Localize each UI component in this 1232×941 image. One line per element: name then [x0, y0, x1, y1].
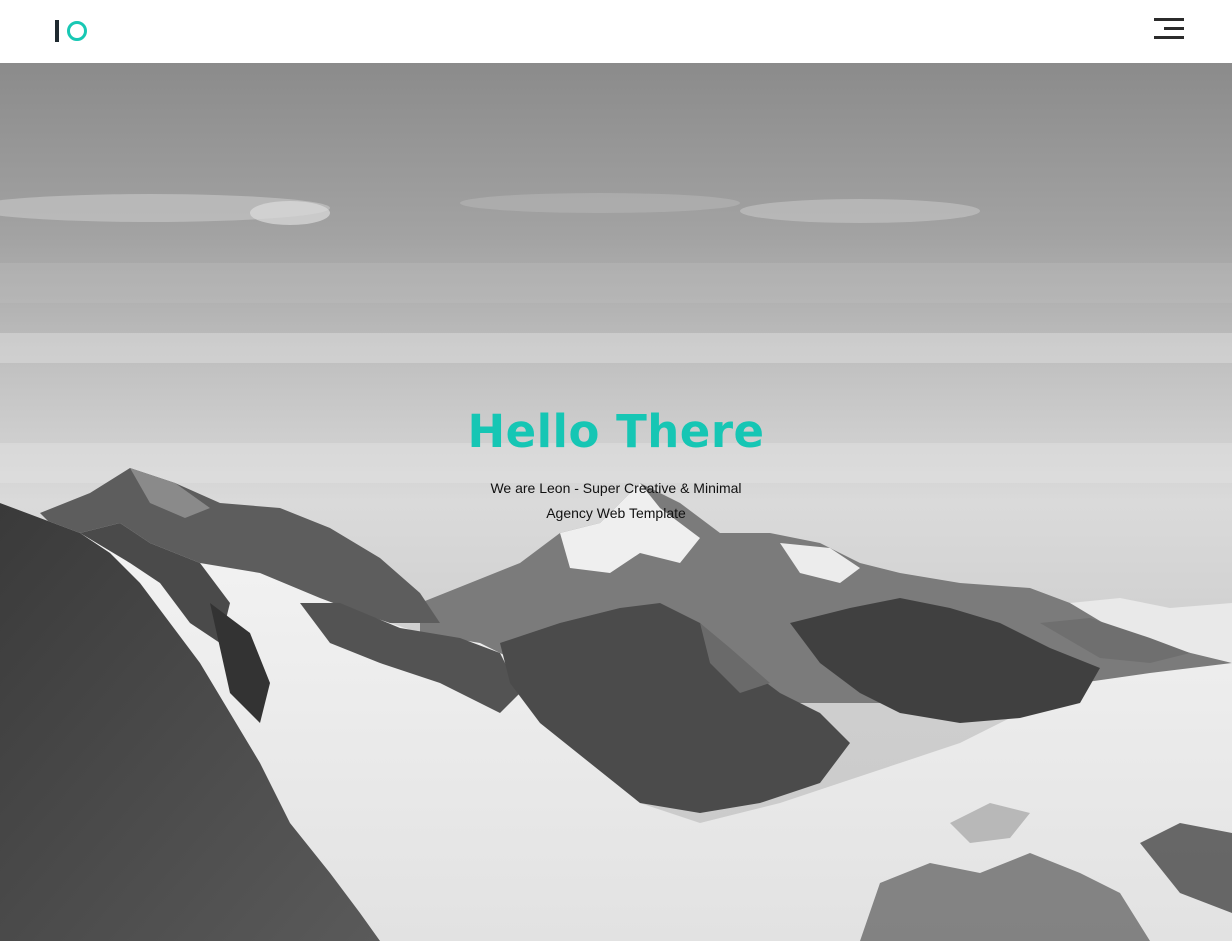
logo-bar-shape — [55, 20, 59, 42]
logo-ring-shape — [67, 21, 87, 41]
hamburger-menu-icon[interactable] — [1152, 18, 1184, 40]
logo[interactable] — [55, 19, 87, 43]
menu-line-middle — [1164, 27, 1184, 30]
hero-title: Hello There — [467, 405, 765, 458]
menu-line-bottom — [1154, 36, 1184, 39]
hero-subtitle: We are Leon - Super Creative & Minimal A… — [490, 480, 742, 521]
site-header — [0, 0, 1232, 63]
menu-line-top — [1154, 18, 1184, 21]
hero-section: Hello There We are Leon - Super Creative… — [0, 63, 1232, 941]
